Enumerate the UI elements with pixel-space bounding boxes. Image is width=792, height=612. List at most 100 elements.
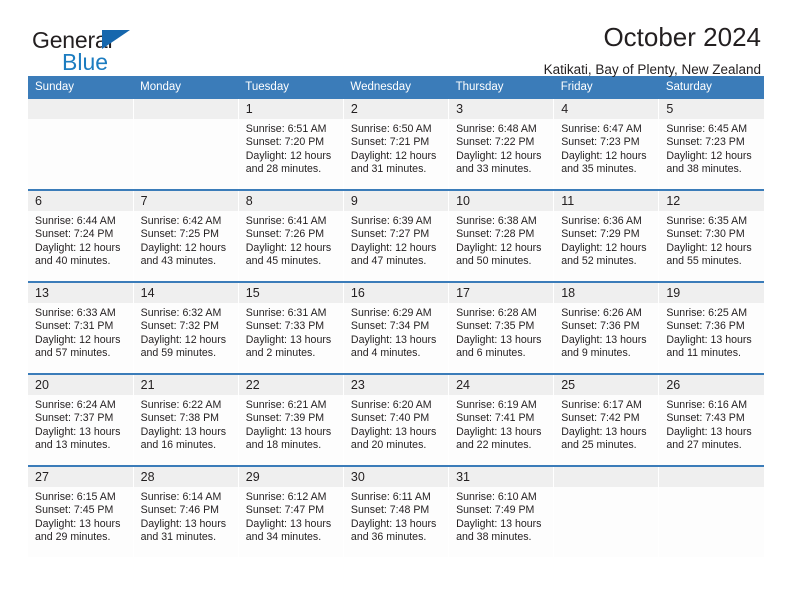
day-number: 27 <box>35 470 49 484</box>
day-number: 26 <box>666 378 681 392</box>
sunrise-text: Sunrise: 6:12 AM <box>245 491 327 503</box>
calendar-day-cell[interactable]: 13 Sunrise: 6:33 AM Sunset: 7:31 PM Dayligh… <box>28 281 134 374</box>
calendar-day-cell[interactable]: 7 Sunrise: 6:42 AM Sunset: 7:25 PM Daylight… <box>132 189 239 282</box>
day-details: Sunrise: 6:21 AM Sunset: 7:39 PM Daylight:… <box>239 395 343 452</box>
sunrise-text: Sunrise: 6:24 AM <box>35 399 116 411</box>
sunset-text: Sunset: 7:36 PM <box>561 320 640 333</box>
day-number-band: 10 <box>449 191 554 211</box>
sunrise-text: Sunrise: 6:29 AM <box>350 307 432 319</box>
day-number: 1 <box>245 102 253 116</box>
day-number: 13 <box>35 286 49 300</box>
daylight-text-line1: Daylight: 12 hours <box>350 241 437 254</box>
calendar-day-cell[interactable]: 19 Sunrise: 6:25 AM Sunset: 7:36 PM Dayligh… <box>658 281 764 374</box>
daylight-text-line2: and 31 minutes. <box>140 530 217 543</box>
day-number-band: 20 <box>28 375 133 395</box>
daylight-text-line2: and 20 minutes. <box>350 438 427 451</box>
calendar-day-cell[interactable]: 28 Sunrise: 6:14 AM Sunset: 7:46 PM Dayligh… <box>132 465 239 557</box>
day-details: Sunrise: 6:15 AM Sunset: 7:45 PM Daylight:… <box>28 487 133 544</box>
calendar-day-cell[interactable]: 30 Sunrise: 6:11 AM Sunset: 7:48 PM Dayligh… <box>342 465 449 557</box>
daylight-text-line1: Daylight: 13 hours <box>140 517 227 530</box>
calendar-day-cell[interactable]: 1 Sunrise: 6:51 AM Sunset: 7:20 PM Daylight… <box>237 99 344 190</box>
calendar-day-cell[interactable]: 8 Sunrise: 6:41 AM Sunset: 7:26 PM Daylight… <box>237 189 344 282</box>
calendar-day-cell[interactable]: 4 Sunrise: 6:47 AM Sunset: 7:23 PM Daylight… <box>553 99 659 190</box>
calendar-week-row: 20 Sunrise: 6:24 AM Sunset: 7:37 PM Dayligh… <box>28 373 764 466</box>
sunset-text: Sunset: 7:33 PM <box>245 320 325 333</box>
calendar-day-cell[interactable]: 22 Sunrise: 6:21 AM Sunset: 7:39 PM Dayligh… <box>237 373 344 466</box>
calendar-day-cell[interactable]: 23 Sunrise: 6:20 AM Sunset: 7:40 PM Dayligh… <box>342 373 449 466</box>
day-number: 22 <box>245 378 260 392</box>
calendar-day-cell[interactable]: 25 Sunrise: 6:17 AM Sunset: 7:42 PM Dayligh… <box>553 373 659 466</box>
calendar-day-cell[interactable]: 18 Sunrise: 6:26 AM Sunset: 7:36 PM Dayligh… <box>553 281 659 374</box>
calendar-day-cell[interactable]: 14 Sunrise: 6:32 AM Sunset: 7:32 PM Dayligh… <box>132 281 239 374</box>
calendar-day-cell[interactable]: 5 Sunrise: 6:45 AM Sunset: 7:23 PM Daylight… <box>658 99 764 190</box>
sunrise-text: Sunrise: 6:16 AM <box>666 399 748 411</box>
daylight-text-line2: and 38 minutes. <box>666 162 742 175</box>
calendar-day-cell[interactable]: 26 Sunrise: 6:16 AM Sunset: 7:43 PM Dayligh… <box>658 373 764 466</box>
sunset-text: Sunset: 7:20 PM <box>245 136 325 149</box>
day-number: 10 <box>456 194 470 208</box>
calendar-day-cell[interactable]: 3 Sunrise: 6:48 AM Sunset: 7:22 PM Daylight… <box>448 99 554 190</box>
calendar-day-cell[interactable]: 24 Sunrise: 6:19 AM Sunset: 7:41 PM Dayligh… <box>448 373 554 466</box>
calendar-day-cell[interactable]: 2 Sunrise: 6:50 AM Sunset: 7:21 PM Daylight… <box>342 99 449 190</box>
calendar-day-cell[interactable]: 20 Sunrise: 6:24 AM Sunset: 7:37 PM Dayligh… <box>28 373 134 466</box>
daylight-text-line2: and 18 minutes. <box>245 438 322 451</box>
sunrise-text: Sunrise: 6:47 AM <box>561 123 642 135</box>
daylight-text-line1: Daylight: 13 hours <box>456 425 542 438</box>
daylight-text-line2: and 4 minutes. <box>350 346 421 359</box>
day-number-band: 1 <box>238 99 343 119</box>
sunrise-text: Sunrise: 6:17 AM <box>561 399 642 411</box>
calendar-day-cell[interactable]: 29 Sunrise: 6:12 AM Sunset: 7:47 PM Dayligh… <box>237 465 344 557</box>
sunset-text: Sunset: 7:23 PM <box>561 136 640 149</box>
daylight-text-line2: and 38 minutes. <box>456 530 532 543</box>
daylight-text-line2: and 11 minutes. <box>666 346 741 359</box>
day-number: 11 <box>561 194 575 208</box>
calendar-day-cell[interactable]: 21 Sunrise: 6:22 AM Sunset: 7:38 PM Dayligh… <box>132 373 239 466</box>
logo-triangle-icon <box>102 30 130 49</box>
day-number-band: 28 <box>133 467 238 487</box>
calendar-day-cell[interactable]: 11 Sunrise: 6:36 AM Sunset: 7:29 PM Dayligh… <box>553 189 659 282</box>
day-number-band: 11 <box>554 191 659 211</box>
day-details: Sunrise: 6:28 AM Sunset: 7:35 PM Daylight:… <box>449 303 553 360</box>
daylight-text-line2: and 9 minutes. <box>561 346 631 359</box>
calendar-day-cell[interactable]: 9 Sunrise: 6:39 AM Sunset: 7:27 PM Daylight… <box>342 189 449 282</box>
day-number: 9 <box>350 194 358 208</box>
day-number: 30 <box>350 470 365 484</box>
day-details: Sunrise: 6:24 AM Sunset: 7:37 PM Daylight:… <box>28 395 133 452</box>
day-details: Sunrise: 6:41 AM Sunset: 7:26 PM Daylight:… <box>239 211 343 268</box>
general-blue-logo: General Blue <box>32 28 192 76</box>
daylight-text-line2: and 34 minutes. <box>245 530 322 543</box>
day-number: 28 <box>140 470 155 484</box>
day-details: Sunrise: 6:31 AM Sunset: 7:33 PM Daylight:… <box>239 303 343 360</box>
sunrise-text: Sunrise: 6:11 AM <box>350 491 431 503</box>
calendar-day-cell[interactable]: 27 Sunrise: 6:15 AM Sunset: 7:45 PM Dayligh… <box>28 465 134 557</box>
calendar-day-cell[interactable]: 15 Sunrise: 6:31 AM Sunset: 7:33 PM Dayligh… <box>237 281 344 374</box>
sunrise-text: Sunrise: 6:15 AM <box>35 491 116 503</box>
logo-text-blue: Blue <box>62 49 109 75</box>
day-number-band: 22 <box>238 375 343 395</box>
weekday-header-wednesday: Wednesday <box>343 76 449 99</box>
daylight-text-line2: and 35 minutes. <box>561 162 637 175</box>
sunrise-text: Sunrise: 6:25 AM <box>666 307 748 319</box>
daylight-text-line1: Daylight: 13 hours <box>350 425 437 438</box>
daylight-text-line1: Daylight: 13 hours <box>456 333 542 346</box>
calendar-day-cell[interactable]: 6 Sunrise: 6:44 AM Sunset: 7:24 PM Daylight… <box>28 189 134 282</box>
day-details: Sunrise: 6:12 AM Sunset: 7:47 PM Daylight:… <box>239 487 343 544</box>
day-number: 2 <box>350 102 358 116</box>
title-block: October 2024 Katikati, Bay of Plenty, Ne… <box>544 22 761 79</box>
daylight-text-line1: Daylight: 13 hours <box>140 425 227 438</box>
day-number: 6 <box>35 194 42 208</box>
calendar-day-cell[interactable]: 17 Sunrise: 6:28 AM Sunset: 7:35 PM Dayligh… <box>448 281 554 374</box>
daylight-text-line1: Daylight: 12 hours <box>35 241 121 254</box>
day-number: 20 <box>35 378 49 392</box>
day-details: Sunrise: 6:16 AM Sunset: 7:43 PM Daylight:… <box>659 395 764 452</box>
calendar-day-cell[interactable]: 10 Sunrise: 6:38 AM Sunset: 7:28 PM Dayligh… <box>448 189 554 282</box>
day-number-band <box>554 467 659 487</box>
daylight-text-line2: and 45 minutes. <box>245 254 322 267</box>
day-number-band: 9 <box>343 191 449 211</box>
calendar-day-cell[interactable]: 16 Sunrise: 6:29 AM Sunset: 7:34 PM Dayligh… <box>342 281 449 374</box>
sunset-text: Sunset: 7:24 PM <box>35 228 114 241</box>
calendar-day-cell[interactable]: 31 Sunrise: 6:10 AM Sunset: 7:49 PM Dayligh… <box>448 465 554 557</box>
calendar-day-cell[interactable]: 12 Sunrise: 6:35 AM Sunset: 7:30 PM Dayligh… <box>658 189 764 282</box>
daylight-text-line1: Daylight: 13 hours <box>245 333 332 346</box>
daylight-text-line2: and 40 minutes. <box>35 254 111 267</box>
